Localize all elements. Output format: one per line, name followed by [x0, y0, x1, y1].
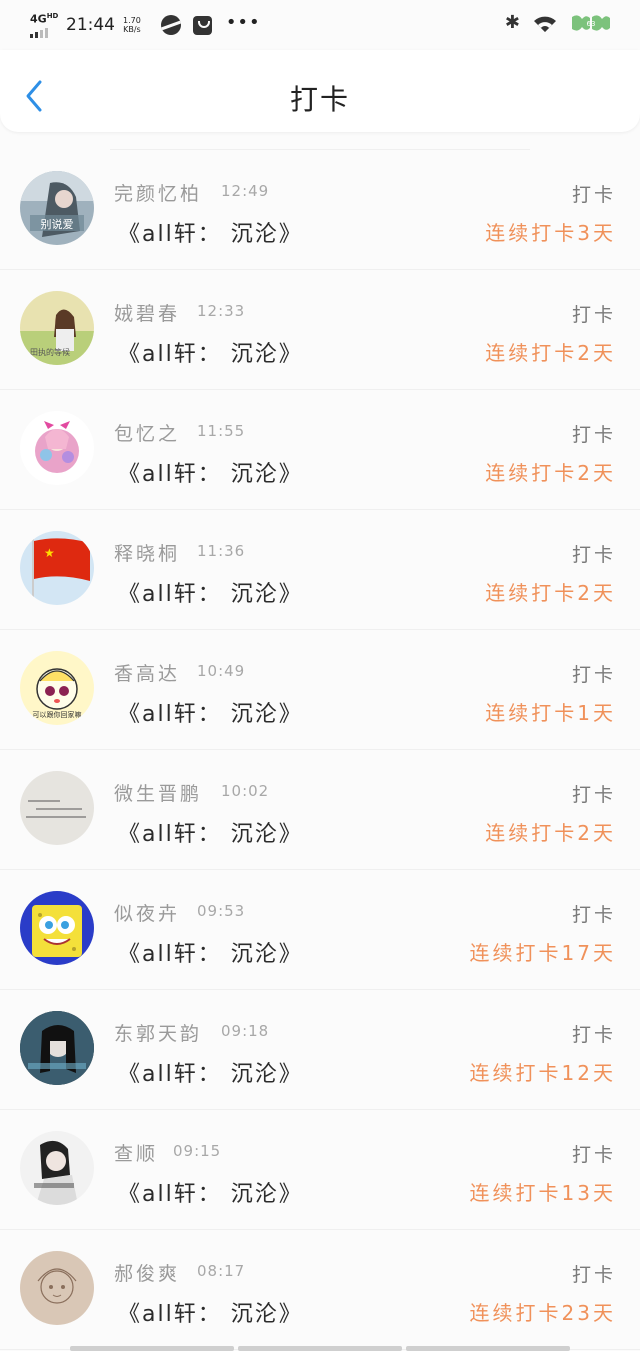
- user-name[interactable]: 东郭天韵: [114, 1019, 202, 1046]
- checkin-label: 打卡: [571, 1024, 616, 1046]
- avatar[interactable]: 别说爱: [20, 171, 94, 245]
- book-title[interactable]: 《all轩： 沉沦》: [118, 816, 303, 848]
- checkin-list-item[interactable]: 东郭天韵 09:18 《all轩： 沉沦》 打卡连续打卡12天: [0, 990, 640, 1110]
- checkin-time: 08:17: [197, 1262, 246, 1280]
- streak-label: 连续打卡2天: [485, 461, 616, 485]
- battery-level: 63: [587, 20, 596, 28]
- checkin-time: 09:15: [173, 1142, 222, 1160]
- book-title[interactable]: 《all轩： 沉沦》: [118, 336, 303, 368]
- user-name[interactable]: 包忆之: [114, 419, 180, 446]
- checkin-label: 打卡: [571, 304, 616, 326]
- page-title: 打卡: [289, 83, 350, 116]
- checkin-list-item[interactable]: 微生晋鹏 10:02 《all轩： 沉沦》 打卡连续打卡2天: [0, 750, 640, 870]
- streak-label: 连续打卡3天: [485, 221, 616, 245]
- checkin-label: 打卡: [571, 664, 616, 686]
- book-title[interactable]: 《all轩： 沉沦》: [118, 1056, 303, 1088]
- svg-text:★: ★: [44, 546, 55, 560]
- svg-text:田执的等候: 田执的等候: [30, 347, 70, 357]
- book-title[interactable]: 《all轩： 沉沦》: [118, 1176, 303, 1208]
- checkin-label: 打卡: [571, 184, 616, 206]
- book-title[interactable]: 《all轩： 沉沦》: [118, 1296, 303, 1328]
- list-divider: [110, 132, 530, 150]
- checkin-list-item[interactable]: 查顺 09:15 《all轩： 沉沦》 打卡连续打卡13天: [0, 1110, 640, 1230]
- status-bar: 4GHD 21:44 1.70 KB/s ••• ✱ 63: [0, 0, 640, 50]
- streak-label: 连续打卡13天: [469, 1181, 616, 1205]
- avatar[interactable]: 田执的等候: [20, 291, 94, 365]
- checkin-time: 09:18: [221, 1022, 270, 1040]
- avatar[interactable]: ★: [20, 531, 94, 605]
- user-name[interactable]: 郝俊爽: [114, 1259, 180, 1286]
- wifi-icon: [534, 16, 556, 32]
- signal-icon: 4GHD: [30, 12, 60, 38]
- checkin-label: 打卡: [571, 424, 616, 446]
- avatar[interactable]: 可以跟你回家嘛: [20, 651, 94, 725]
- battery-icon: 63: [572, 14, 610, 31]
- home-indicator: [70, 1346, 570, 1351]
- status-time: 21:44: [66, 15, 115, 35]
- avatar[interactable]: [20, 1131, 94, 1205]
- user-name[interactable]: 似夜卉: [114, 899, 180, 926]
- streak-label: 连续打卡12天: [469, 1061, 616, 1085]
- checkin-label: 打卡: [571, 1264, 616, 1286]
- user-name[interactable]: 释晓桐: [114, 539, 180, 566]
- checkin-list-item[interactable]: 可以跟你回家嘛 香高达 10:49 《all轩： 沉沦》 打卡连续打卡1天: [0, 630, 640, 750]
- streak-label: 连续打卡17天: [469, 941, 616, 965]
- user-name[interactable]: 查顺: [114, 1139, 158, 1166]
- avatar[interactable]: [20, 1011, 94, 1085]
- checkin-time: 12:33: [197, 302, 246, 320]
- svg-text:可以跟你回家嘛: 可以跟你回家嘛: [33, 710, 82, 719]
- checkin-list-item[interactable]: 别说爱 完颜忆柏 12:49 《all轩： 沉沦》 打卡连续打卡3天: [0, 150, 640, 270]
- checkin-list-item[interactable]: 似夜卉 09:53 《all轩： 沉沦》 打卡连续打卡17天: [0, 870, 640, 990]
- speed-unit: KB/s: [123, 25, 141, 34]
- avatar[interactable]: [20, 1251, 94, 1325]
- book-title[interactable]: 《all轩： 沉沦》: [118, 696, 303, 728]
- checkin-time: 10:02: [221, 782, 270, 800]
- book-title[interactable]: 《all轩： 沉沦》: [118, 576, 303, 608]
- nav-bar: 打卡: [0, 50, 640, 132]
- checkin-time: 12:49: [221, 182, 270, 200]
- checkin-time: 11:55: [197, 422, 246, 440]
- more-notifications-icon: •••: [225, 11, 261, 33]
- checkin-time: 09:53: [197, 902, 246, 920]
- streak-label: 连续打卡23天: [469, 1301, 616, 1325]
- network-hd: HD: [46, 12, 59, 20]
- svg-text:别说爱: 别说爱: [41, 217, 74, 231]
- user-name[interactable]: 娀碧春: [114, 299, 180, 326]
- user-name[interactable]: 完颜忆柏: [114, 179, 202, 206]
- checkin-list-item[interactable]: 田执的等候 娀碧春 12:33 《all轩： 沉沦》 打卡连续打卡2天: [0, 270, 640, 390]
- planet-app-icon: [160, 15, 181, 35]
- checkin-list-item[interactable]: 郝俊爽 08:17 《all轩： 沉沦》 打卡连续打卡23天: [0, 1230, 640, 1350]
- avatar[interactable]: [20, 411, 94, 485]
- checkin-time: 10:49: [197, 662, 246, 680]
- checkin-label: 打卡: [571, 784, 616, 806]
- book-title[interactable]: 《all轩： 沉沦》: [118, 936, 303, 968]
- checkin-time: 11:36: [197, 542, 246, 560]
- speed-value: 1.70: [123, 16, 141, 25]
- checkin-label: 打卡: [571, 1144, 616, 1166]
- book-title[interactable]: 《all轩： 沉沦》: [118, 456, 303, 488]
- network-speed: 1.70 KB/s: [123, 16, 141, 34]
- checkin-list-item[interactable]: ★ 释晓桐 11:36 《all轩： 沉沦》 打卡连续打卡2天: [0, 510, 640, 630]
- checkin-list-item[interactable]: 包忆之 11:55 《all轩： 沉沦》 打卡连续打卡2天: [0, 390, 640, 510]
- avatar[interactable]: [20, 771, 94, 845]
- checkin-list: 别说爱 完颜忆柏 12:49 《all轩： 沉沦》 打卡 连续打卡3天 田执的等候 娀碧春 12…: [0, 132, 640, 1350]
- user-name[interactable]: 微生晋鹏: [114, 779, 202, 806]
- book-title[interactable]: 《all轩： 沉沦》: [118, 216, 303, 248]
- streak-label: 连续打卡2天: [485, 581, 616, 605]
- checkin-label: 打卡: [571, 544, 616, 566]
- checkin-label: 打卡: [571, 904, 616, 926]
- streak-label: 连续打卡2天: [485, 821, 616, 845]
- streak-label: 连续打卡1天: [485, 701, 616, 725]
- shopping-bag-icon: [192, 15, 212, 35]
- bluetooth-icon: ✱: [504, 12, 520, 33]
- network-type: 4G: [30, 12, 47, 26]
- user-name[interactable]: 香高达: [114, 659, 180, 686]
- avatar[interactable]: [20, 891, 94, 965]
- streak-label: 连续打卡2天: [485, 341, 616, 365]
